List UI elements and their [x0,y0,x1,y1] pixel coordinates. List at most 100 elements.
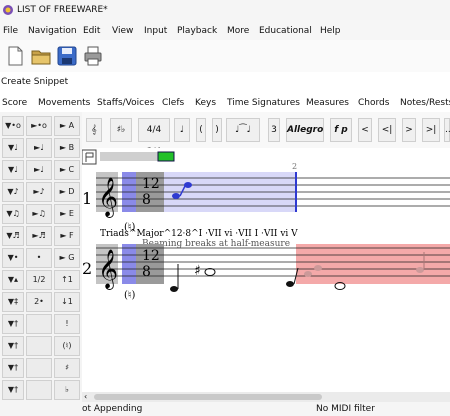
tab-movements[interactable]: Movements [38,98,90,108]
menu-view[interactable]: View [112,26,133,36]
palette-button-4-1[interactable]: ►♫ [26,204,52,224]
open-paren-button[interactable]: ( [196,118,206,142]
palette-button-4-2[interactable]: ► E [54,204,80,224]
next-measure-button[interactable]: >| [422,118,440,142]
palette-button-3-1[interactable]: ►♪ [26,182,52,202]
palette-button-12-1[interactable] [26,380,52,400]
tab-chords[interactable]: Chords [358,98,389,108]
tab-time-signatures[interactable]: Time Signatures [227,98,300,108]
menu-edit[interactable]: Edit [83,26,100,36]
palette-button-8-2[interactable]: ↓1 [54,292,80,312]
tab-staffs-voices[interactable]: Staffs/Voices [97,98,154,108]
create-snippet-button[interactable]: Create Snippet [1,77,68,87]
palette-button-3-0[interactable]: ▼♪ [2,182,24,202]
playback-marker[interactable] [157,151,175,162]
palette-button-4-0[interactable]: ▼♫ [2,204,24,224]
close-paren-button[interactable]: ) [212,118,222,142]
palette-button-10-0[interactable]: ▼† [2,336,24,356]
staff2-key-highlight [122,244,136,284]
staff1-note[interactable] [172,193,180,199]
new-file-icon[interactable] [4,45,26,67]
palette-button-9-2[interactable]: ! [54,314,80,334]
tuplet-button[interactable]: 3 [268,118,280,142]
palette-button-7-0[interactable]: ▼▴ [2,270,24,290]
palette-button-1-1[interactable]: ►♩ [26,138,52,158]
palette-button-7-2[interactable]: ↑1 [54,270,80,290]
staff2-note-1[interactable] [170,286,178,292]
menu-help[interactable]: Help [320,26,341,36]
palette-button-0-2[interactable]: ► A [54,116,80,136]
palette-button-12-0[interactable]: ▼† [2,380,24,400]
tie-button[interactable]: ♩⁀♩ [226,118,260,142]
menu-file[interactable]: File [3,26,18,36]
palette-button-6-1[interactable]: • [26,248,52,268]
palette-button-8-0[interactable]: ▼‡ [2,292,24,312]
palette-button-5-2[interactable]: ► F [54,226,80,246]
tab-measures[interactable]: Measures [306,98,349,108]
beaming-annotation: Beaming breaks at half-measure [142,239,290,249]
staff2-note-3[interactable] [286,281,294,287]
staff1-time-top: 12 [142,176,160,192]
palette-tabs: Score Movements Staffs/Voices Clefs Keys… [0,94,450,113]
key-signature-button[interactable]: ♯♭ [110,118,132,142]
staff1-note-2[interactable] [184,182,192,188]
palette-button-1-2[interactable]: ► B [54,138,80,158]
horizontal-scrollbar[interactable]: ‹ [82,392,450,402]
palette-button-9-0[interactable]: ▼† [2,314,24,334]
palette-button-0-1[interactable]: ►•o [26,116,52,136]
palette-button-3-2[interactable]: ► D [54,182,80,202]
score-canvas[interactable]: 1 𝄞 12 8 (♮) 2 Triads^Major^12·8^I ·VII … [81,148,450,392]
staff2-note-5[interactable] [314,265,322,271]
scroll-left-icon[interactable]: ‹ [84,392,87,401]
print-icon[interactable] [82,45,104,67]
diminuendo-button[interactable]: > [402,118,416,142]
clef-button[interactable]: 𝄞 [86,118,102,142]
palette-button-5-1[interactable]: ►♬ [26,226,52,246]
menu-bar: File Navigation Edit View Input Playback… [0,20,450,40]
staff2-sharp: ♯ [194,263,201,279]
palette-button-6-2[interactable]: ► G [54,248,80,268]
stem-button[interactable]: ♩ [174,118,190,142]
menu-navigation[interactable]: Navigation [28,26,77,36]
crescendo-button[interactable]: < [358,118,372,142]
palette-button-2-2[interactable]: ► C [54,160,80,180]
menu-input[interactable]: Input [144,26,167,36]
open-folder-icon[interactable] [30,45,52,67]
tab-clefs[interactable]: Clefs [162,98,184,108]
palette-button-11-1[interactable] [26,358,52,378]
palette-button-7-1[interactable]: 1/2 [26,270,52,290]
palette-button-2-0[interactable]: ▼♩ [2,160,24,180]
menu-playback[interactable]: Playback [177,26,217,36]
palette-button-0-0[interactable]: ▼•o [2,116,24,136]
palette-button-2-1[interactable]: ►♩ [26,160,52,180]
time-signature-button[interactable]: 4/4 3/4 [138,118,170,157]
palette-button-12-2[interactable]: ♭ [54,380,80,400]
dynamics-button[interactable]: f p [330,118,352,142]
menu-more[interactable]: More [227,26,249,36]
staff2-number: 2 [82,259,92,278]
palette-button-11-2[interactable]: ♯ [54,358,80,378]
menu-educational[interactable]: Educational [259,26,312,36]
tab-score[interactable]: Score [2,98,27,108]
save-icon[interactable] [56,45,78,67]
tab-keys[interactable]: Keys [195,98,216,108]
palette-button-5-0[interactable]: ▼♬ [2,226,24,246]
scrollbar-thumb[interactable] [94,394,322,400]
tab-notes-rests[interactable]: Notes/Rests [400,98,450,108]
palette-button-10-2[interactable]: (♮) [54,336,80,356]
more-tools-button[interactable]: ... [444,118,450,142]
palette-button-8-1[interactable]: 2• [26,292,52,312]
staff2-selection [296,244,450,284]
palette-button-9-1[interactable] [26,314,52,334]
palette-button-6-0[interactable]: ▼• [2,248,24,268]
staff2-note-7[interactable] [416,267,424,273]
palette-button-10-1[interactable] [26,336,52,356]
palette-button-11-0[interactable]: ▼† [2,358,24,378]
tempo-button[interactable]: Allegro [286,118,324,142]
staff1-treble-clef: 𝄞 [98,177,118,218]
staff2-note-4[interactable] [304,271,312,277]
score-view[interactable]: 1 𝄞 12 8 (♮) 2 Triads^Major^12·8^I ·VII … [81,148,450,392]
palette-button-1-0[interactable]: ▼♩ [2,138,24,158]
staff2-note-2[interactable] [204,268,216,276]
prev-measure-button[interactable]: <| [378,118,396,142]
